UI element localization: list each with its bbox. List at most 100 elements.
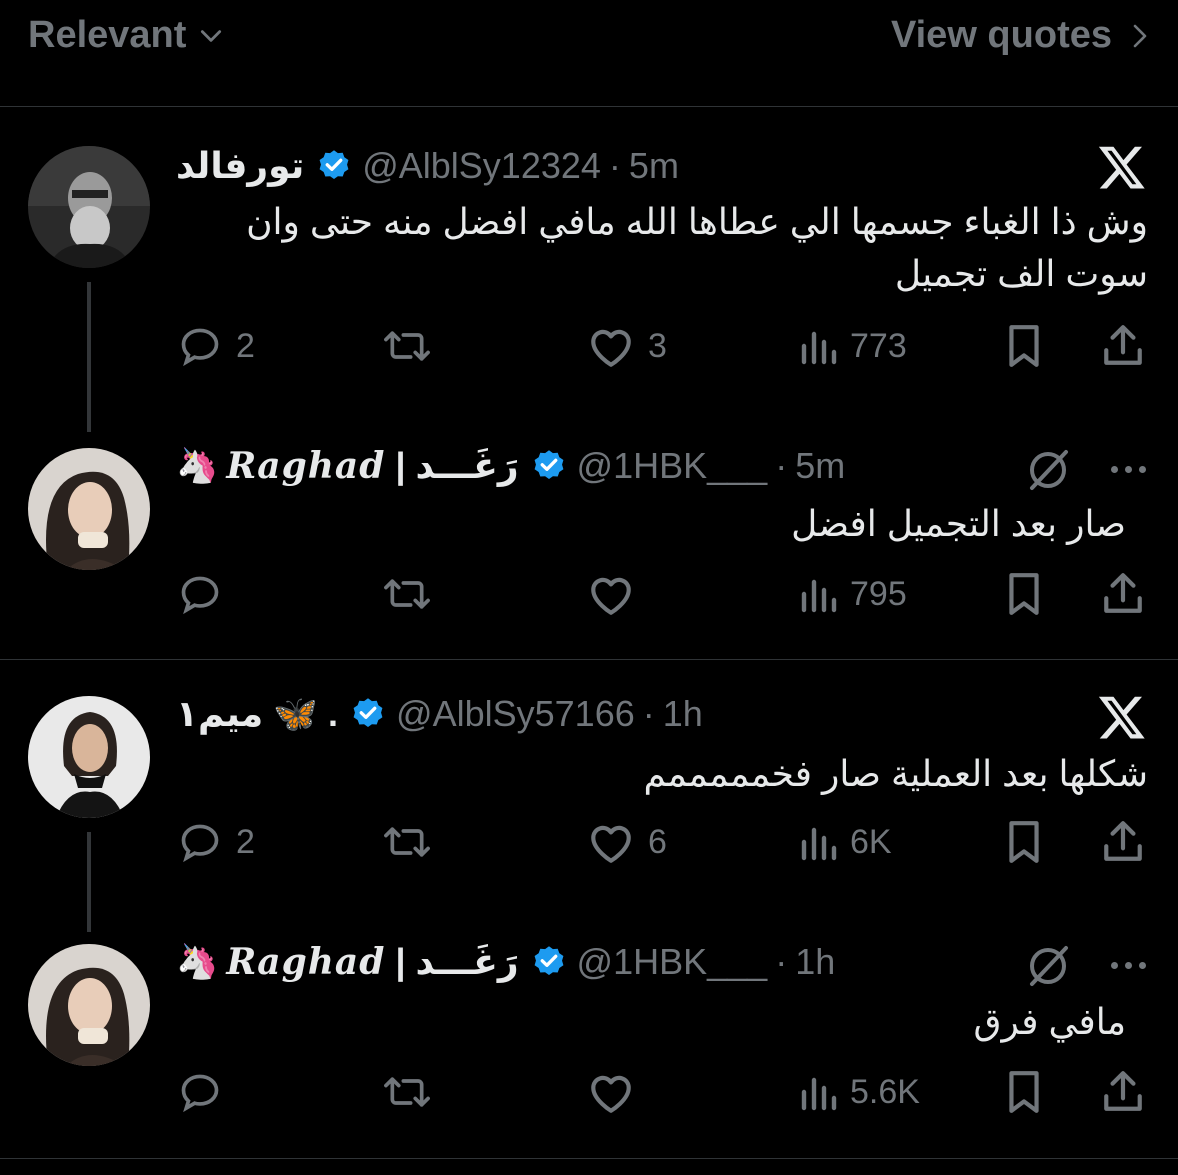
display-name[interactable]: ميم١ 🦋 . [176, 693, 338, 735]
bookmark-button[interactable] [1002, 1062, 1046, 1122]
display-name-arabic[interactable]: رَغَـــد [416, 941, 519, 983]
view-count: 6K [850, 822, 892, 861]
bookmark-icon [1009, 821, 1039, 863]
user-handle[interactable]: @AlblSy12324 [362, 145, 601, 187]
more-options-button[interactable] [1111, 466, 1146, 473]
view-count: 5.6K [850, 1072, 920, 1111]
reply-icon [181, 576, 219, 615]
user-handle[interactable]: @AlblSy57166 [396, 693, 635, 735]
view-count: 773 [850, 326, 907, 365]
like-button[interactable]: 3 [586, 316, 667, 376]
retweet-icon [384, 331, 430, 361]
separator-dot: · [775, 445, 788, 486]
retweet-button[interactable] [380, 1062, 446, 1122]
tweet-text: شكلها بعد العملية صار فخمممممم [643, 753, 1148, 794]
share-icon [1104, 1071, 1142, 1111]
tweet[interactable]: تورفالد @AlblSy12324 · 5m وش ذا الغباء ج… [0, 106, 1178, 406]
timestamp[interactable]: 1h [795, 941, 835, 983]
views-button[interactable]: 795 [798, 564, 907, 624]
views-button[interactable]: 6K [798, 812, 892, 872]
reply-icon [181, 1074, 219, 1113]
view-quotes-label: View quotes [890, 14, 1112, 56]
display-name-latin[interactable]: 𝑹𝒂𝒈𝒉𝒂𝒅 [226, 941, 385, 983]
tweet-actions: 2 6 6K [176, 812, 1152, 872]
tweet-header: ميم١ 🦋 . @AlblSy57166 · 1h [176, 690, 703, 738]
tweet-actions: 5.6K [176, 1062, 1152, 1122]
sort-label: Relevant [28, 14, 187, 56]
tweet-header: 🦄 𝑹𝒂𝒈𝒉𝒂𝒅 | رَغَـــد @1HBK___ · 5m [176, 442, 845, 490]
tweet[interactable]: ميم١ 🦋 . @AlblSy57166 · 1h شكلها بعد الع… [0, 660, 1178, 906]
more-options-button[interactable] [1111, 962, 1146, 969]
retweet-button[interactable] [380, 812, 446, 872]
avatar[interactable] [28, 696, 150, 818]
view-quotes-link[interactable]: View quotes [891, 14, 1152, 57]
share-button[interactable] [1100, 1062, 1146, 1122]
reply-button[interactable]: 2 [176, 812, 255, 872]
like-button[interactable] [586, 564, 648, 624]
chevron-right-icon [1133, 24, 1147, 47]
share-button[interactable] [1100, 812, 1146, 872]
separator-dot: · [775, 941, 788, 982]
avatar[interactable] [28, 448, 150, 570]
timestamp[interactable]: 1h [663, 693, 703, 735]
heart-icon [591, 329, 631, 367]
avatar[interactable] [28, 146, 150, 268]
separator-dot: · [642, 693, 655, 734]
views-button[interactable]: 773 [798, 316, 907, 376]
bookmark-icon [1009, 1071, 1039, 1113]
views-button[interactable]: 5.6K [798, 1062, 920, 1122]
view-count: 795 [850, 574, 907, 613]
views-chart-icon [801, 331, 837, 365]
tweet[interactable]: 🦄 𝑹𝒂𝒈𝒉𝒂𝒅 | رَغَـــد @1HBK___ · 1h مافي ف… [0, 906, 1178, 1158]
reply-count: 2 [236, 822, 255, 861]
separator-dot: · [608, 145, 621, 186]
like-button[interactable] [586, 1062, 648, 1122]
bookmark-button[interactable] [1002, 316, 1046, 376]
display-name-arabic[interactable]: رَغَـــد [416, 445, 519, 487]
reply-button[interactable] [176, 564, 236, 624]
share-button[interactable] [1100, 316, 1146, 376]
verified-badge-icon [534, 450, 563, 480]
timestamp[interactable]: 5m [629, 145, 679, 187]
user-handle[interactable]: @1HBK___ [577, 941, 768, 983]
retweet-button[interactable] [380, 316, 446, 376]
unicorn-emoji: 🦄 [176, 447, 219, 485]
like-count: 6 [648, 822, 667, 861]
reply-icon [181, 824, 219, 863]
tweet[interactable]: 🦄 𝑹𝒂𝒈𝒉𝒂𝒅 | رَغَـــد @1HBK___ · 5m صار بع… [0, 406, 1178, 660]
display-name-latin[interactable]: 𝑹𝒂𝒈𝒉𝒂𝒅 [226, 445, 385, 487]
display-name[interactable]: تورفالد [176, 145, 304, 187]
retweet-button[interactable] [380, 564, 446, 624]
bookmark-icon [1009, 573, 1039, 615]
share-button[interactable] [1100, 564, 1146, 624]
replies-toolbar: Relevant View quotes [0, 0, 1178, 107]
retweet-icon [384, 827, 430, 857]
reply-count: 2 [236, 326, 255, 365]
timestamp[interactable]: 5m [795, 445, 845, 487]
tweet-header: تورفالد @AlblSy12324 · 5m [176, 142, 679, 190]
tweet-header: 🦄 𝑹𝒂𝒈𝒉𝒂𝒅 | رَغَـــد @1HBK___ · 1h [176, 938, 835, 986]
retweet-icon [384, 579, 430, 609]
tweet-actions: 795 [176, 564, 1152, 624]
bookmark-icon [1009, 325, 1039, 367]
user-handle[interactable]: @1HBK___ [577, 445, 768, 487]
share-icon [1104, 325, 1142, 365]
avatar[interactable] [28, 944, 150, 1066]
like-count: 3 [648, 326, 667, 365]
verified-badge-icon [353, 698, 383, 728]
views-chart-icon [801, 579, 837, 613]
retweet-icon [384, 1077, 430, 1107]
like-button[interactable]: 6 [586, 812, 667, 872]
bookmark-button[interactable] [1002, 564, 1046, 624]
sort-dropdown[interactable]: Relevant [28, 14, 224, 57]
grok-icon[interactable] [1024, 446, 1072, 494]
reply-button[interactable]: 2 [176, 316, 255, 376]
share-icon [1104, 821, 1142, 861]
grok-icon[interactable] [1024, 942, 1072, 990]
bookmark-button[interactable] [1002, 812, 1046, 872]
verified-badge-icon [534, 946, 563, 976]
reply-button[interactable] [176, 1062, 236, 1122]
thread-divider [0, 1158, 1178, 1159]
tweet-text: مافي فرق [973, 1001, 1126, 1042]
verified-badge-icon [319, 150, 349, 180]
